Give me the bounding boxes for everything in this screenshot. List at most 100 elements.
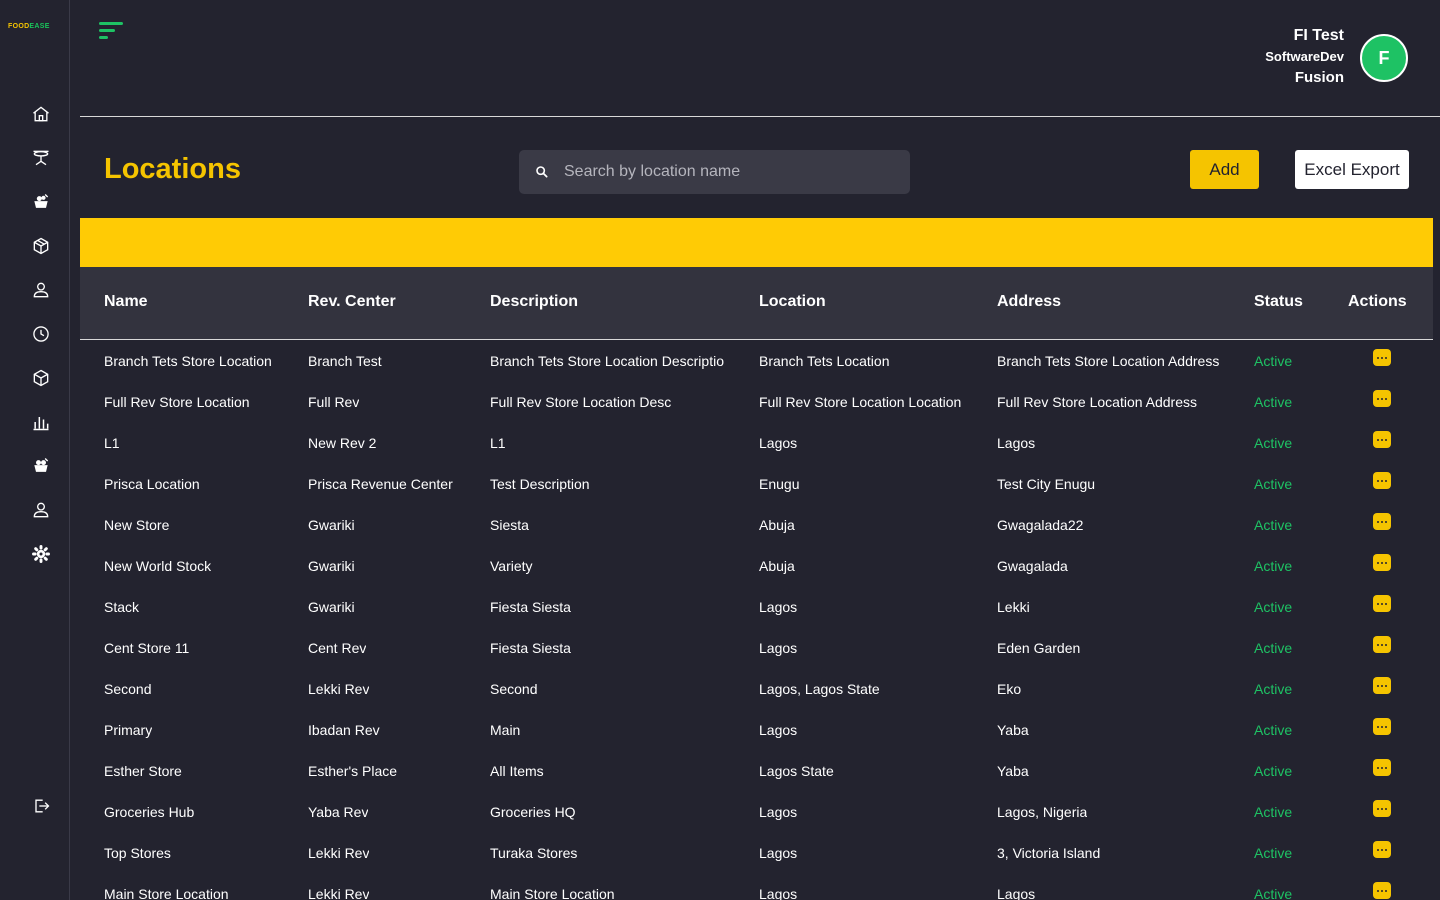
excel-export-button[interactable]: Excel Export: [1295, 150, 1409, 189]
more-dot: [1381, 889, 1383, 892]
column-header-status[interactable]: Status: [1254, 293, 1303, 311]
more-dot: [1381, 725, 1383, 728]
cell-name: Second: [104, 681, 152, 697]
table-row[interactable]: New Store Gwariki Siesta Abuja Gwagalada22 Ac…: [80, 504, 1433, 545]
row-actions-button[interactable]: [1373, 390, 1391, 407]
clock-icon[interactable]: [30, 323, 52, 345]
table-row[interactable]: Cent Store 11 Cent Rev Fiesta Siesta Lagos E…: [80, 627, 1433, 668]
dining-icon[interactable]: [30, 147, 52, 169]
row-actions-button[interactable]: [1373, 472, 1391, 489]
logout-icon[interactable]: [30, 795, 52, 817]
package-icon[interactable]: [30, 235, 52, 257]
user-icon[interactable]: [30, 279, 52, 301]
cell-description: Main Store Location: [490, 886, 615, 900]
cell-address: Eden Garden: [997, 640, 1081, 656]
status-badge: Active: [1254, 681, 1293, 697]
table-row[interactable]: L1 New Rev 2 L1 Lagos Lagos Active: [80, 422, 1433, 463]
user-org: Fusion: [1294, 69, 1344, 86]
column-header-rev-center[interactable]: Rev. Center: [308, 293, 396, 311]
row-actions-button[interactable]: [1373, 513, 1391, 530]
cell-address: Lagos: [997, 435, 1036, 451]
row-actions-button[interactable]: [1373, 800, 1391, 817]
search-input[interactable]: [564, 163, 884, 181]
table-row[interactable]: Branch Tets Store Location Branch Test Bra…: [80, 340, 1433, 381]
status-badge: Active: [1254, 845, 1293, 861]
table-row[interactable]: Prisca Location Prisca Revenue Center Test…: [80, 463, 1433, 504]
cell-address: Branch Tets Store Location Address: [997, 353, 1220, 369]
status-badge: Active: [1254, 558, 1293, 574]
more-dot: [1385, 561, 1387, 564]
add-button[interactable]: Add: [1190, 150, 1259, 189]
table-row[interactable]: New World Stock Gwariki Variety Abuja Gwagal…: [80, 545, 1433, 586]
more-dot: [1385, 807, 1387, 810]
column-header-address[interactable]: Address: [997, 293, 1061, 311]
cell-name: Primary: [104, 722, 153, 738]
groceries-icon[interactable]: [30, 455, 52, 477]
table-row[interactable]: Primary Ibadan Rev Main Lagos Yaba Active: [80, 709, 1433, 750]
status-badge: Active: [1254, 435, 1293, 451]
more-dot: [1381, 766, 1383, 769]
table-row[interactable]: Stack Gwariki Fiesta Siesta Lagos Lekki Activ…: [80, 586, 1433, 627]
box-icon[interactable]: [30, 367, 52, 389]
more-dot: [1385, 438, 1387, 441]
cell-description: Variety: [490, 558, 533, 574]
row-actions-button[interactable]: [1373, 677, 1391, 694]
cell-description: L1: [490, 435, 506, 451]
table-row[interactable]: Groceries Hub Yaba Rev Groceries HQ Lagos La…: [80, 791, 1433, 832]
avatar[interactable]: F: [1360, 34, 1408, 82]
status-badge: Active: [1254, 476, 1293, 492]
table-row[interactable]: Second Lekki Rev Second Lagos, Lagos State E…: [80, 668, 1433, 709]
home-icon[interactable]: [30, 103, 52, 125]
cell-location: Lagos: [759, 804, 798, 820]
column-header-description[interactable]: Description: [490, 293, 578, 311]
cell-name: Stack: [104, 599, 140, 615]
row-actions-button[interactable]: [1373, 759, 1391, 776]
menu-toggle-icon[interactable]: [99, 21, 125, 41]
row-actions-button[interactable]: [1373, 841, 1391, 858]
table-row[interactable]: Esther Store Esther's Place All Items Lagos…: [80, 750, 1433, 791]
cell-location: Branch Tets Location: [759, 353, 890, 369]
row-actions-button[interactable]: [1373, 882, 1391, 899]
cell-rev-center: Lekki Rev: [308, 886, 370, 900]
more-dot: [1381, 479, 1383, 482]
ingredients-icon[interactable]: [30, 191, 52, 213]
settings-icon[interactable]: [30, 543, 52, 565]
row-actions-button[interactable]: [1373, 718, 1391, 735]
cell-name: Full Rev Store Location: [104, 394, 250, 410]
cell-description: Turaka Stores: [490, 845, 578, 861]
cell-description: Branch Tets Store Location Descriptio: [490, 353, 724, 369]
column-header-name[interactable]: Name: [104, 293, 148, 311]
cell-address: 3, Victoria Island: [997, 845, 1101, 861]
table-row[interactable]: Full Rev Store Location Full Rev Full Rev …: [80, 381, 1433, 422]
more-dot: [1385, 356, 1387, 359]
bar-chart-icon[interactable]: [30, 411, 52, 433]
search-icon: [536, 166, 548, 178]
table-row[interactable]: Top Stores Lekki Rev Turaka Stores Lagos 3, …: [80, 832, 1433, 873]
status-badge: Active: [1254, 886, 1293, 900]
row-actions-button[interactable]: [1373, 431, 1391, 448]
cell-address: Test City Enugu: [997, 476, 1096, 492]
cell-name: Main Store Location: [104, 886, 229, 900]
cell-address: Lagos, Nigeria: [997, 804, 1088, 820]
row-actions-button[interactable]: [1373, 636, 1391, 653]
account-icon[interactable]: [30, 499, 52, 521]
cell-address: Yaba: [997, 722, 1029, 738]
cell-name: Top Stores: [104, 845, 171, 861]
more-dot: [1381, 438, 1383, 441]
more-dot: [1385, 520, 1387, 523]
row-actions-button[interactable]: [1373, 349, 1391, 366]
more-dot: [1381, 848, 1383, 851]
cell-location: Enugu: [759, 476, 800, 492]
app-logo[interactable]: FOODEASE: [8, 23, 50, 30]
row-actions-button[interactable]: [1373, 595, 1391, 612]
more-dot: [1377, 807, 1379, 810]
row-actions-button[interactable]: [1373, 554, 1391, 571]
more-dot: [1385, 848, 1387, 851]
cell-address: Yaba: [997, 763, 1029, 779]
column-header-location[interactable]: Location: [759, 293, 826, 311]
more-dot: [1385, 479, 1387, 482]
more-dot: [1377, 520, 1379, 523]
table-row[interactable]: Main Store Location Lekki Rev Main Store L…: [80, 873, 1433, 900]
cell-description: Fiesta Siesta: [490, 640, 571, 656]
column-header-actions: Actions: [1348, 293, 1407, 310]
